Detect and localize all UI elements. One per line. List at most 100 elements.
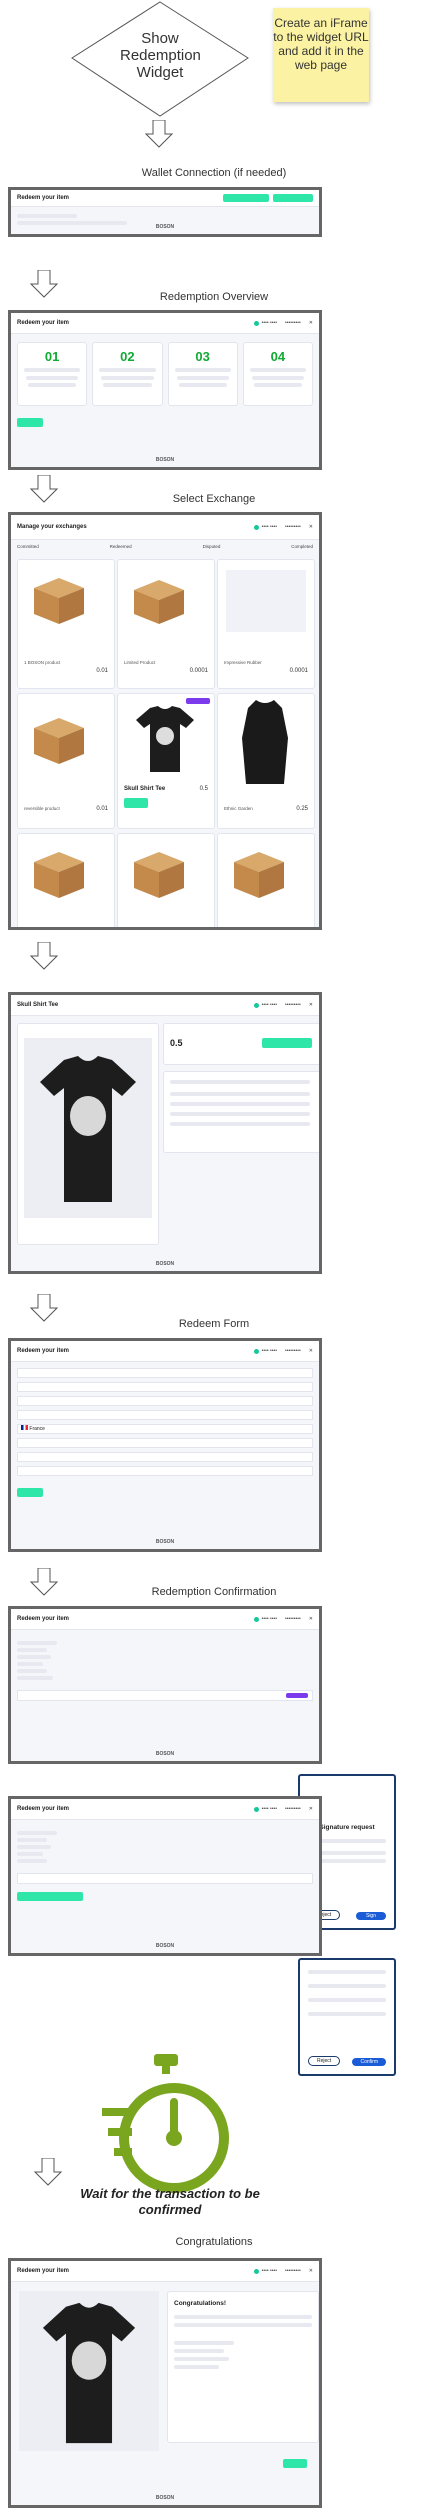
exchange-card[interactable] (217, 833, 315, 927)
screen-confirm: Redeem your item •••• •••• ••••••••• ✕ B… (8, 1606, 322, 1764)
sign-button[interactable]: Sign (355, 1912, 386, 1920)
form-field[interactable] (17, 1452, 313, 1462)
screen-header: Redeem your item (11, 190, 319, 207)
screen-header: Redeem your item •••• •••• ••••••••• ✕ (11, 1609, 319, 1630)
exchange-card[interactable]: Ethnic Garden 0.25 (217, 693, 315, 829)
screen-header: Redeem your item •••• •••• ••••••••• ✕ (11, 1799, 319, 1820)
form-field[interactable] (17, 1438, 313, 1448)
country-field[interactable]: France (17, 1424, 313, 1434)
next-button[interactable] (17, 418, 43, 427)
screen-title: Manage your exchanges (17, 524, 87, 530)
tab-committed[interactable]: Committed (17, 544, 39, 549)
footer-brand: BOSON (155, 224, 175, 230)
footer-brand: BOSON (155, 1943, 175, 1949)
product-image-panel (19, 2291, 159, 2451)
footer-brand: BOSON (155, 457, 175, 463)
start-label: Show Redemption Widget (120, 30, 201, 81)
screen-congrats: Redeem your item •••• •••• ••••••••• ✕ C… (8, 2258, 322, 2508)
screen-title: Redeem your item (17, 1616, 70, 1622)
tshirt-image (42, 2302, 136, 2444)
price-value: 0.5 (170, 1038, 183, 1048)
screen-header: Redeem your item •••• •••• ••••••••• ✕ (11, 2261, 319, 2282)
form-field[interactable] (17, 1368, 313, 1378)
wallet-button[interactable] (273, 194, 313, 202)
exchange-card[interactable] (117, 833, 215, 927)
footer-brand: BOSON (155, 2495, 175, 2501)
footer-brand: BOSON (155, 1751, 175, 1757)
exchange-card[interactable]: Skull Shirt Tee 0.5 (117, 693, 215, 829)
redeem-button[interactable] (124, 798, 148, 808)
overview-card: 02 (92, 342, 163, 406)
screen-overview: Redeem your item •••• •••• ••••••••• ✕ 0… (8, 310, 322, 470)
screen-card: Skull Shirt Tee •••• •••• ••••••••• ✕ 0.… (8, 992, 322, 1274)
exchange-card[interactable]: Limited Product 0.0001 (117, 559, 215, 689)
overview-card: 03 (167, 342, 238, 406)
form-field[interactable] (17, 1396, 313, 1406)
footer-brand: BOSON (155, 1539, 175, 1545)
wallet-confirm-popup: Reject Confirm (298, 1958, 396, 2076)
exchange-card[interactable]: 1 BOSON product 0.01 (17, 559, 115, 689)
flow-arrow (30, 942, 58, 970)
step-title-confirm: Redemption Confirmation (151, 1586, 277, 1598)
screen-header: Redeem your item •••• •••• ••••••••• ✕ (11, 313, 319, 334)
screen-title: Redeem your item (17, 1806, 70, 1812)
box-image (34, 578, 84, 624)
form-field[interactable] (17, 1410, 313, 1420)
close-icon[interactable]: ✕ (309, 1002, 313, 1008)
screen-title: Redeem your item (17, 320, 70, 326)
screen-title: Redeem your item (17, 195, 70, 201)
confirm-button[interactable] (286, 1693, 308, 1698)
congrats-panel: Congratulations! (167, 2291, 319, 2443)
screen-header: Manage your exchanges •••• •••• ••••••••… (11, 515, 319, 540)
box-image (34, 718, 84, 764)
screen-select: Manage your exchanges •••• •••• ••••••••… (8, 512, 322, 930)
close-icon[interactable]: ✕ (309, 524, 313, 530)
tshirt-image (136, 706, 194, 772)
screen-header: Redeem your item •••• •••• ••••••••• ✕ (11, 1341, 319, 1362)
confirm-button[interactable]: Confirm (352, 2058, 386, 2066)
tab-redeemed[interactable]: Redeemed (110, 544, 132, 549)
exchange-card[interactable]: reversible product 0.01 (17, 693, 115, 829)
screen-title: Redeem your item (17, 1348, 70, 1354)
close-icon[interactable]: ✕ (309, 1348, 313, 1354)
close-icon[interactable]: ✕ (309, 2268, 313, 2274)
step-title-overview: Redemption Overview (159, 291, 269, 303)
footer-brand: BOSON (155, 1261, 175, 1267)
tab-disputed[interactable]: Disputed (203, 544, 221, 549)
box-image (134, 580, 184, 624)
overview-card: 04 (242, 342, 313, 406)
price-panel: 0.5 (163, 1023, 319, 1065)
flow-arrow (145, 120, 173, 148)
sticky-note: Create an iFrame to the widget URL and a… (273, 8, 369, 102)
wait-text: Wait for the transaction to be confirmed (80, 2186, 260, 2217)
done-button[interactable] (283, 2459, 307, 2468)
step-title-congrats: Congratulations (175, 2236, 253, 2248)
step-title-wallet: Wallet Connection (if needed) (141, 167, 287, 179)
stopwatch-icon (102, 2054, 229, 2193)
screen-wallet: Redeem your item BOSON (8, 187, 322, 237)
robe-image (242, 700, 288, 784)
flow-arrow (34, 2158, 62, 2186)
product-image-panel (17, 1023, 159, 1245)
close-icon[interactable]: ✕ (309, 1616, 313, 1622)
step-title-form: Redeem Form (178, 1318, 250, 1330)
form-field[interactable] (17, 1466, 313, 1476)
tab-completed[interactable]: Completed (291, 544, 313, 549)
screen-title: Redeem your item (17, 2268, 70, 2274)
form-field[interactable] (17, 1382, 313, 1392)
close-icon[interactable]: ✕ (309, 1806, 313, 1812)
reject-button[interactable]: Reject (308, 2056, 341, 2066)
screen-title: Skull Shirt Tee (17, 1002, 59, 1008)
exchange-card[interactable] (17, 833, 115, 927)
next-button[interactable] (17, 1488, 43, 1497)
exchange-tabs: Committed Redeemed Disputed Completed (11, 540, 319, 553)
screen-header: Skull Shirt Tee •••• •••• ••••••••• ✕ (11, 995, 319, 1016)
connect-button[interactable] (223, 194, 269, 202)
screen-form: Redeem your item •••• •••• ••••••••• ✕ F… (8, 1338, 322, 1552)
close-icon[interactable]: ✕ (309, 320, 313, 326)
redeem-button[interactable] (262, 1038, 312, 1048)
exchange-card[interactable]: Impressive Rubber 0.0001 (217, 559, 315, 689)
confirm-redeem-button[interactable] (17, 1892, 83, 1901)
overview-card: 01 (17, 342, 88, 406)
tshirt-image (40, 1056, 136, 1202)
